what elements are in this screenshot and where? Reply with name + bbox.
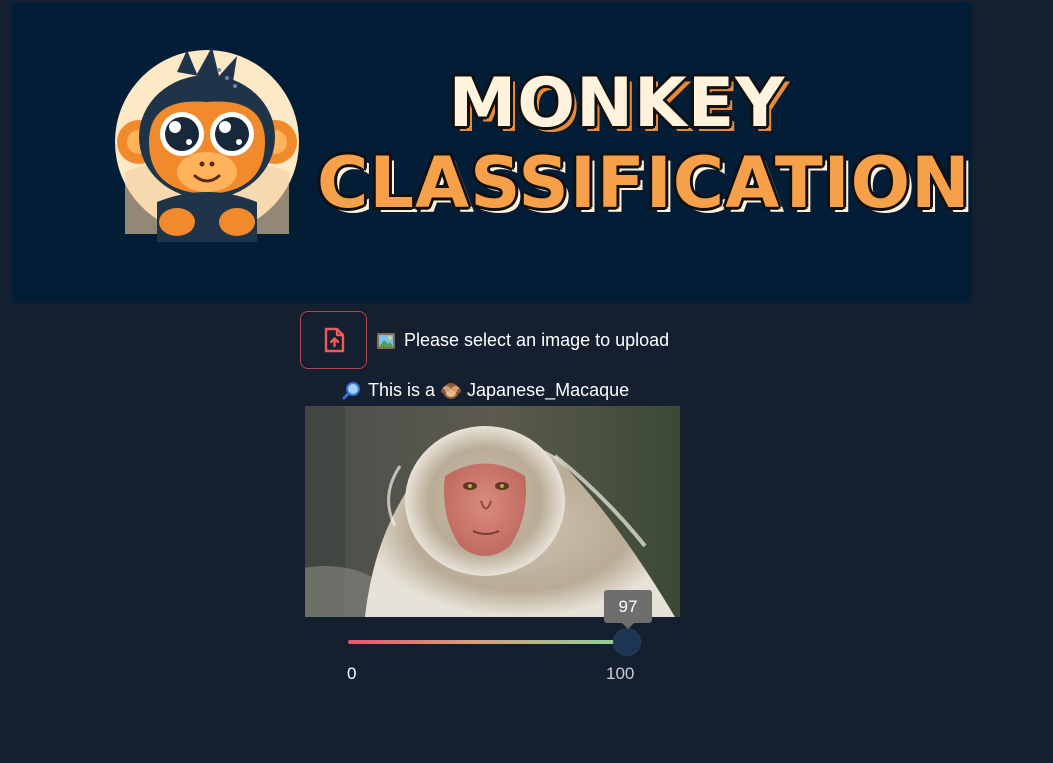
confidence-slider-thumb[interactable] bbox=[614, 629, 640, 655]
slider-min-label: 0 bbox=[347, 664, 357, 683]
banner-title-line2: CLASSIFICATION bbox=[317, 142, 971, 224]
uploaded-monkey-image bbox=[305, 406, 680, 617]
result-prefix: This is a bbox=[368, 380, 436, 400]
framed-picture-icon bbox=[377, 332, 395, 349]
header-banner: MONKEY CLASSIFICATION bbox=[12, 2, 972, 303]
monkey-logo-icon bbox=[115, 47, 299, 242]
slider-max-label: 100 bbox=[606, 664, 635, 683]
banner-title-line1: MONKEY bbox=[448, 64, 786, 143]
upload-button[interactable] bbox=[300, 311, 367, 369]
app-page: MONKEY CLASSIFICATION Please select an i… bbox=[0, 0, 1053, 763]
see-no-evil-monkey-icon bbox=[441, 382, 462, 399]
confidence-value-tooltip: 97 bbox=[604, 590, 652, 629]
result-label: Japanese_Macaque bbox=[467, 380, 630, 400]
confidence-slider-track[interactable] bbox=[348, 640, 626, 644]
upload-prompt-text: Please select an image to upload bbox=[404, 330, 670, 350]
upload-prompt: Please select an image to upload bbox=[376, 330, 669, 351]
file-upload-icon bbox=[324, 327, 344, 353]
magnifying-glass-icon bbox=[342, 381, 360, 399]
classification-result: This is a Japanese_Macaque bbox=[342, 380, 629, 401]
